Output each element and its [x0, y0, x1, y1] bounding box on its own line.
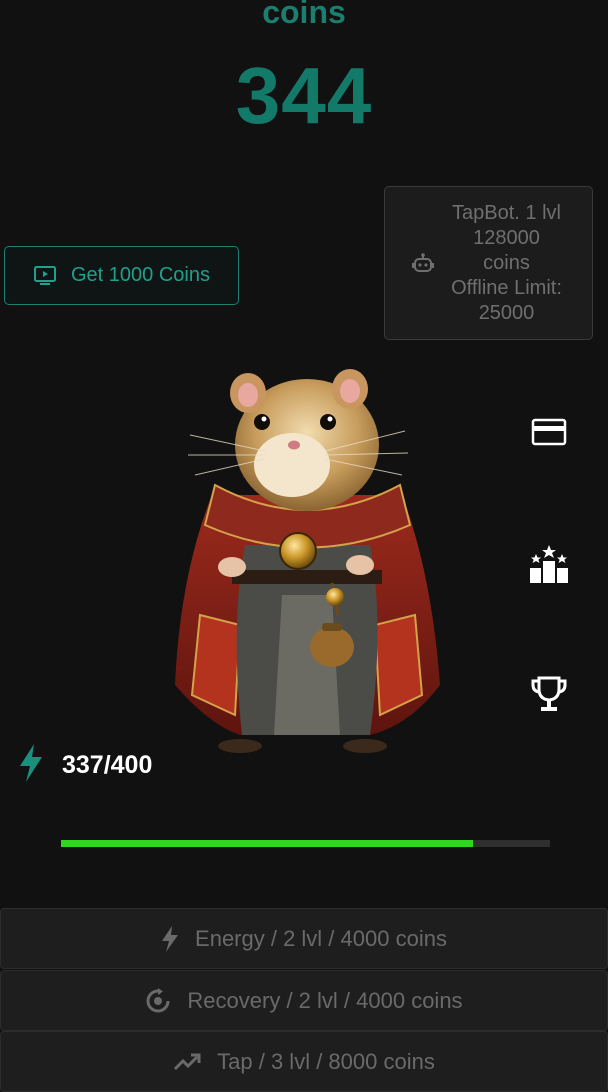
- card-icon-button[interactable]: [529, 414, 569, 454]
- energy-value: 337/400: [62, 751, 153, 779]
- energy-progress-fill: [61, 840, 473, 847]
- tapbot-price: 128000: [473, 226, 540, 249]
- energy-progress-bar: [61, 840, 550, 847]
- leaderboard-icon: [528, 544, 570, 588]
- trophy-icon: [530, 675, 568, 718]
- hamster-tap-target[interactable]: [170, 365, 445, 760]
- tv-play-icon: [33, 265, 57, 287]
- upgrade-recovery-button[interactable]: Recovery / 2 lvl / 4000 coins: [0, 970, 608, 1031]
- upgrade-tap-label: Tap / 3 lvl / 8000 coins: [217, 1048, 435, 1074]
- tapbot-offline-label: Offline Limit:: [451, 276, 562, 299]
- upgrade-recovery-label: Recovery / 2 lvl / 4000 coins: [187, 987, 463, 1013]
- lightning-icon: [18, 744, 44, 787]
- upgrade-energy-button[interactable]: Energy / 2 lvl / 4000 coins: [0, 908, 608, 969]
- get-coins-button[interactable]: Get 1000 Coins: [4, 246, 239, 305]
- upgrade-tap-button[interactable]: Tap / 3 lvl / 8000 coins: [0, 1031, 608, 1092]
- tapbot-card[interactable]: TapBot. 1 lvl 128000 coins Offline Limit…: [384, 186, 593, 340]
- coins-counter: 344: [235, 51, 373, 140]
- tapbot-info: TapBot. 1 lvl 128000 coins Offline Limit…: [435, 201, 592, 326]
- recovery-icon: [145, 987, 171, 1014]
- card-icon: [531, 417, 567, 452]
- tapbot-level: TapBot. 1 lvl: [452, 201, 561, 224]
- trending-up-icon: [173, 1052, 201, 1072]
- tapbot-offline-value: 25000: [478, 301, 535, 324]
- energy-indicator: 337/400: [18, 744, 152, 787]
- lightning-icon: [161, 925, 179, 952]
- upgrade-energy-label: Energy / 2 lvl / 4000 coins: [195, 925, 447, 951]
- robot-icon: [411, 252, 435, 274]
- coins-label: coins: [262, 0, 346, 30]
- tapbot-price-unit: coins: [483, 251, 530, 274]
- trophy-button[interactable]: [529, 676, 569, 716]
- get-coins-label: Get 1000 Coins: [71, 264, 210, 286]
- leaderboard-button[interactable]: [528, 544, 570, 588]
